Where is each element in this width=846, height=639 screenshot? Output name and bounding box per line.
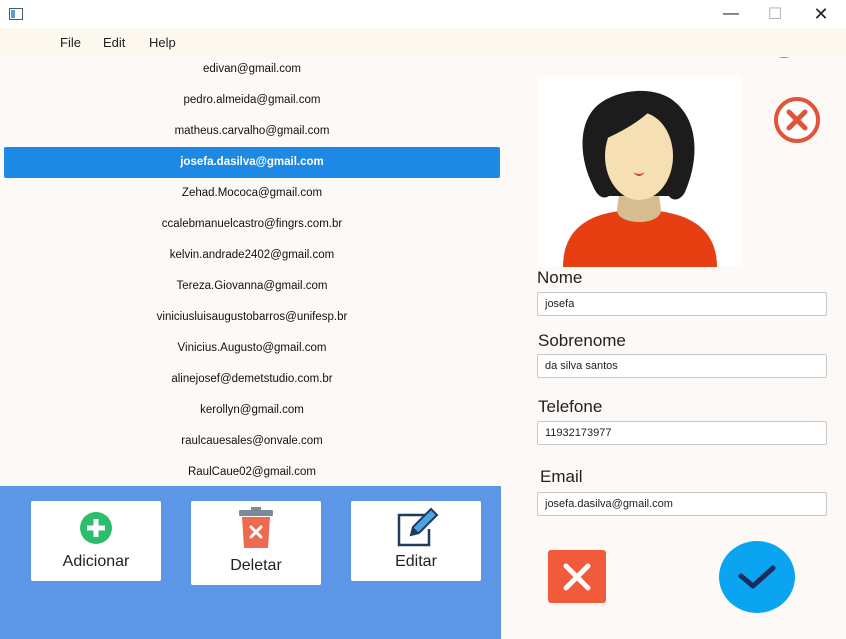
list-item[interactable]: edivan@gmail.com xyxy=(4,58,500,85)
add-button-label: Adicionar xyxy=(62,553,130,570)
list-item[interactable]: Tereza.Giovanna@gmail.com xyxy=(4,271,500,302)
contact-avatar[interactable] xyxy=(537,76,742,267)
list-item[interactable]: kelvin.andrade2402@gmail.com xyxy=(4,240,500,271)
list-item[interactable]: ccalebmanuelcastro@fingrs.com.br xyxy=(4,209,500,240)
title-bar: — ☐ ✕ xyxy=(0,0,846,28)
contact-list-panel: edivan@gmail.com pedro.almeida@gmail.com m… xyxy=(0,58,501,486)
edit-button-label: Editar xyxy=(395,553,437,570)
list-item-selected[interactable]: josefa.dasilva@gmail.com xyxy=(4,147,500,178)
remove-photo-icon[interactable] xyxy=(773,96,821,144)
sobrenome-label: Sobrenome xyxy=(538,331,626,350)
add-button[interactable]: Adicionar xyxy=(31,501,161,581)
list-item[interactable]: alinejosef@demetstudio.com.br xyxy=(4,364,500,395)
menu-edit[interactable]: Edit xyxy=(103,35,125,50)
list-item[interactable]: viniciusluisaugustobarros@unifesp.br xyxy=(4,302,500,333)
list-item[interactable]: raulcauesales@onvale.com xyxy=(4,426,500,457)
list-item[interactable]: Vinicius.Augusto@gmail.com xyxy=(4,333,500,364)
nome-field[interactable] xyxy=(537,292,827,316)
delete-button[interactable]: Deletar xyxy=(191,501,321,585)
contact-details-panel: Nome Sobrenome Telefone Email xyxy=(501,58,846,639)
confirm-button[interactable] xyxy=(719,541,795,613)
menu-bar: File Edit Help xyxy=(0,28,846,83)
pencil-edit-icon xyxy=(397,507,439,547)
close-window-button[interactable]: ✕ xyxy=(798,0,844,28)
minimize-button[interactable]: — xyxy=(708,0,754,28)
telefone-label: Telefone xyxy=(538,397,603,416)
edit-button[interactable]: Editar xyxy=(351,501,481,581)
plus-circle-icon xyxy=(80,512,112,544)
action-panel: Adicionar Deletar Editar xyxy=(0,486,501,639)
sobrenome-field[interactable] xyxy=(537,354,827,378)
menu-help[interactable]: Help xyxy=(149,35,176,50)
menu-file[interactable]: File xyxy=(60,35,81,50)
list-item[interactable]: matheus.carvalho@gmail.com xyxy=(4,116,500,147)
maximize-button[interactable]: ☐ xyxy=(752,0,798,28)
cancel-button[interactable] xyxy=(548,550,606,603)
nome-label: Nome xyxy=(537,268,583,287)
email-field[interactable] xyxy=(537,492,827,516)
list-item[interactable]: RaulCaue02@gmail.com xyxy=(4,457,500,486)
delete-button-label: Deletar xyxy=(230,557,282,574)
checkmark-icon xyxy=(738,565,776,589)
list-item[interactable]: Zehad.Mococa@gmail.com xyxy=(4,178,500,209)
email-label: Email xyxy=(540,467,583,486)
list-item[interactable]: kerollyn@gmail.com xyxy=(4,395,500,426)
avatar-woman-icon xyxy=(563,90,717,267)
app-icon xyxy=(9,8,23,20)
list-item[interactable]: pedro.almeida@gmail.com xyxy=(4,85,500,116)
trash-icon xyxy=(239,507,273,548)
x-icon xyxy=(563,563,591,590)
telefone-field[interactable] xyxy=(537,421,827,445)
email-list[interactable]: edivan@gmail.com pedro.almeida@gmail.com m… xyxy=(4,58,500,486)
